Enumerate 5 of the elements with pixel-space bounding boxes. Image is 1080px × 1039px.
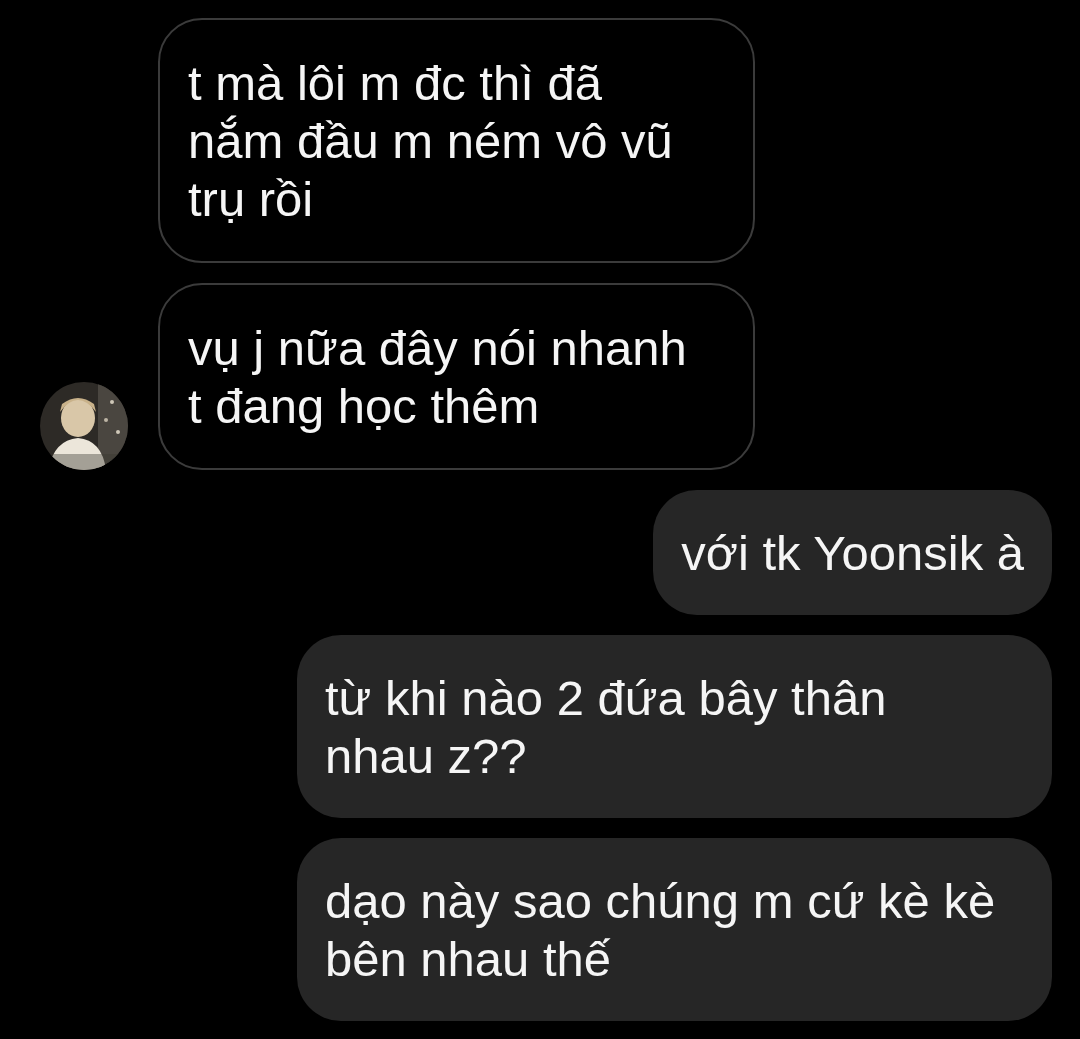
- message-bubble: t mà lôi m đc thì đã nắm đầu m ném vô vũ trụ rồi: [158, 18, 755, 263]
- message-bubble: với tk Yoonsik à: [653, 490, 1052, 615]
- message-bubble: dạo này sao chúng m cứ kè kè bên nhau thế: [297, 838, 1052, 1021]
- message-bubble: từ khi nào 2 đứa bây thân nhau z??: [297, 635, 1052, 818]
- message-bubble: vụ j nữa đây nói nhanh t đang học thêm: [158, 283, 755, 470]
